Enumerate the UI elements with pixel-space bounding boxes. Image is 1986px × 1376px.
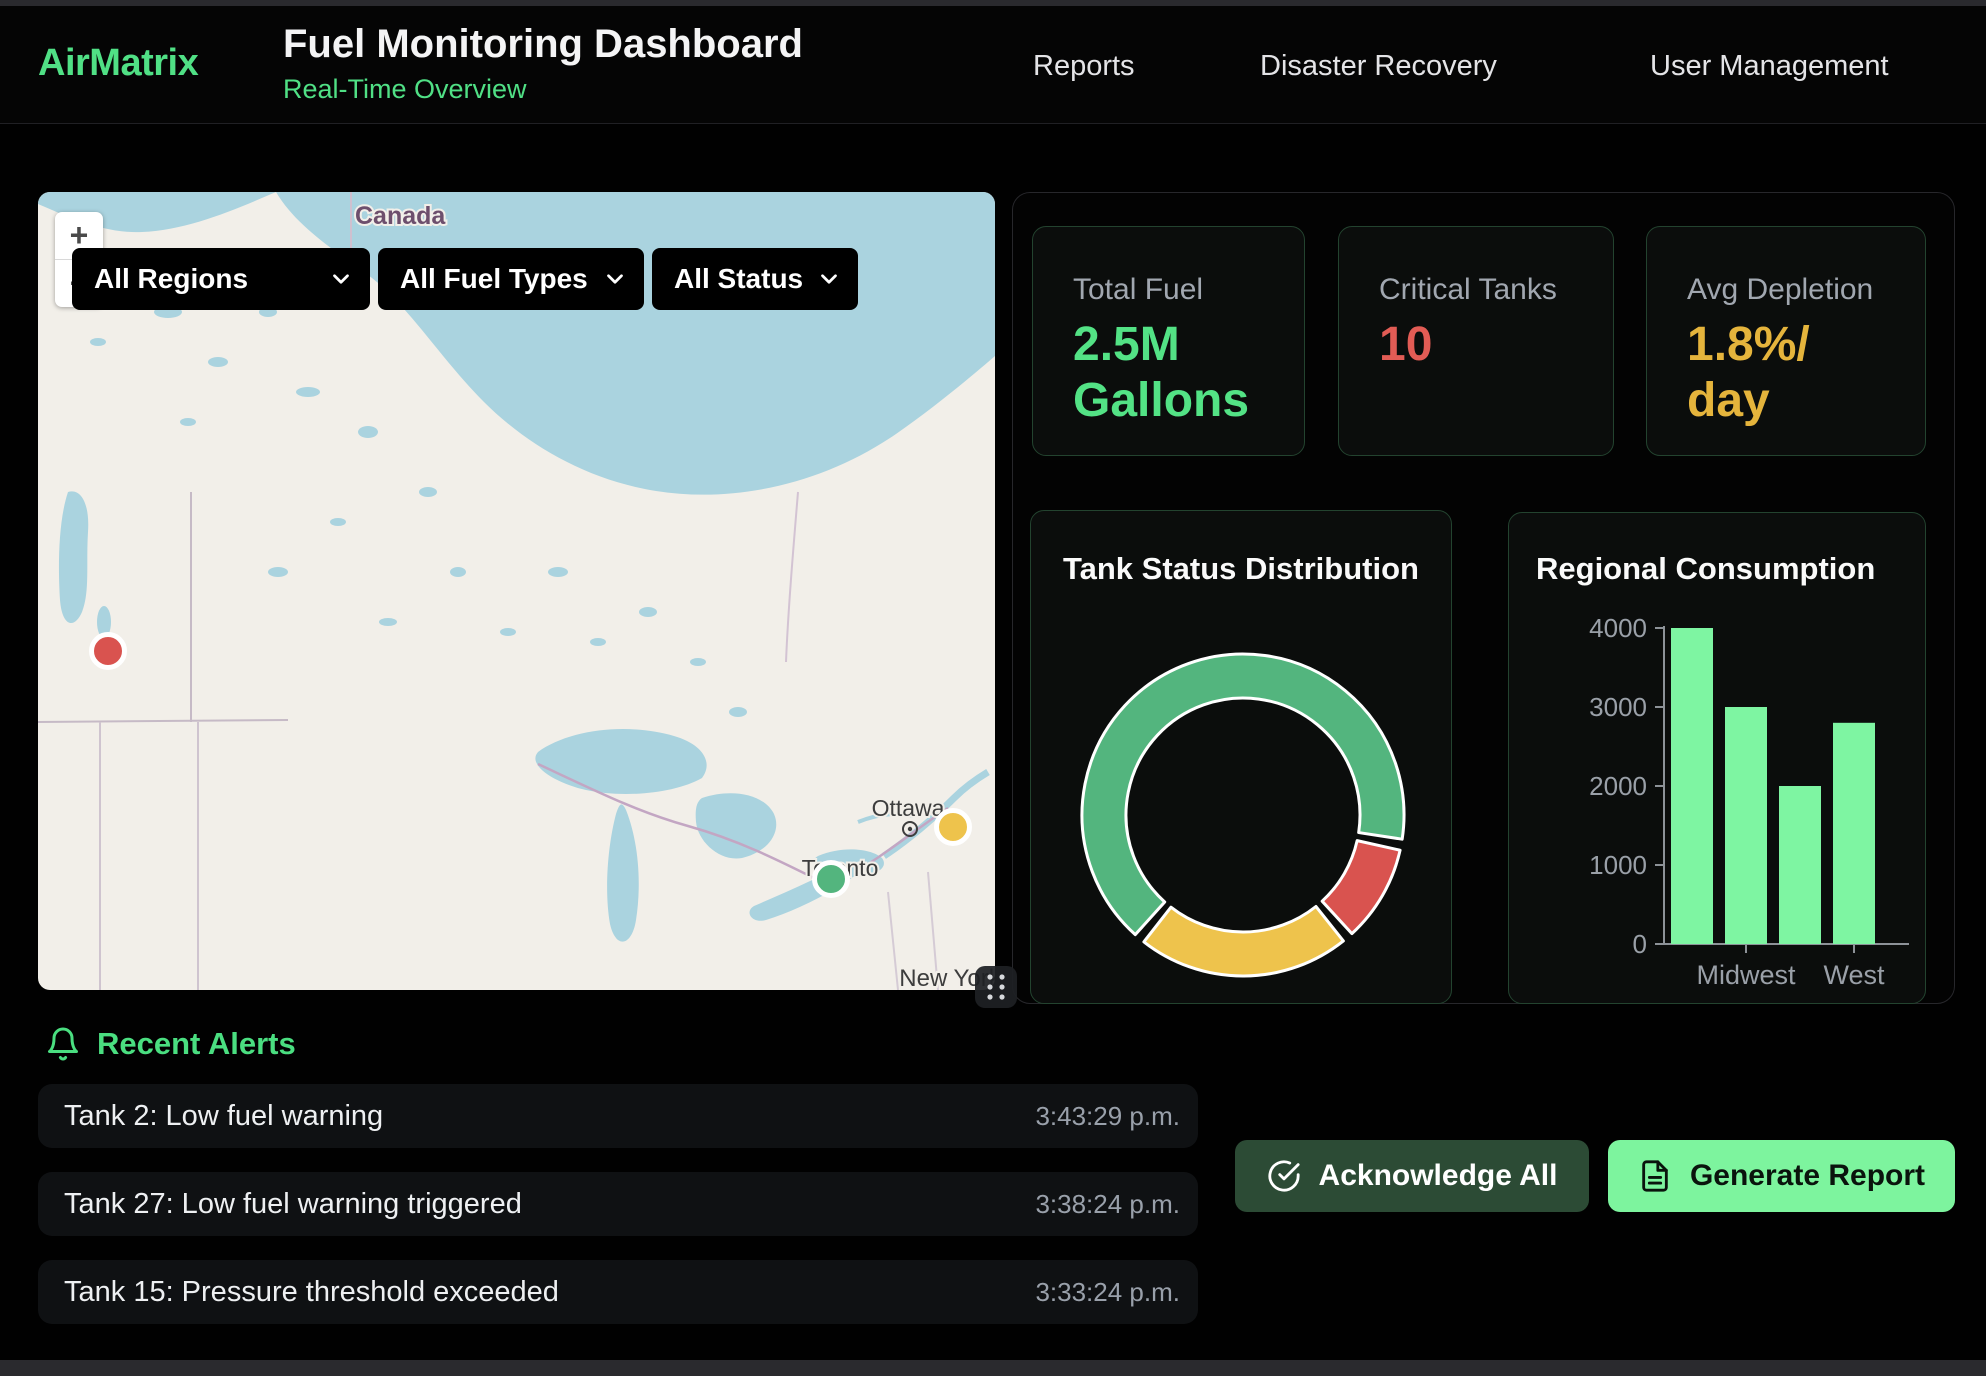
alert-message: Tank 2: Low fuel warning	[64, 1100, 383, 1133]
y-axis-tick-label: 2000	[1589, 771, 1647, 801]
stat-value-avg-depletion: 1.8%/ day	[1687, 317, 1885, 428]
generate-report-button[interactable]: Generate Report	[1608, 1140, 1955, 1212]
bell-icon	[45, 1026, 81, 1062]
region-filter-select[interactable]: All Regions	[72, 248, 370, 310]
check-circle-icon	[1267, 1159, 1301, 1193]
nav-reports[interactable]: Reports	[1033, 50, 1135, 83]
map-filter-row: All Regions All Fuel Types All Status	[72, 248, 858, 310]
map-panel[interactable]: Canada Ottawa Toronto New York + − All R…	[38, 192, 995, 990]
grip-dots-icon	[975, 966, 1017, 1008]
y-axis-tick-label: 4000	[1589, 613, 1647, 643]
alert-row[interactable]: Tank 27: Low fuel warning triggered 3:38…	[38, 1172, 1198, 1236]
chevron-down-icon	[328, 266, 354, 292]
app-logo: AirMatrix	[38, 42, 198, 85]
nav-user-management[interactable]: User Management	[1650, 50, 1889, 83]
alerts-title: Recent Alerts	[97, 1026, 296, 1062]
page-subtitle: Real-Time Overview	[283, 74, 803, 105]
alert-message: Tank 27: Low fuel warning triggered	[64, 1188, 522, 1221]
stat-card-avg-depletion: Avg Depletion 1.8%/ day	[1646, 226, 1926, 456]
alert-row[interactable]: Tank 15: Pressure threshold exceeded 3:3…	[38, 1260, 1198, 1324]
stat-card-total-fuel: Total Fuel 2.5M Gallons	[1032, 226, 1305, 456]
alerts-header: Recent Alerts	[45, 1026, 296, 1062]
generate-report-label: Generate Report	[1690, 1159, 1925, 1193]
x-axis-tick-label: West	[1823, 960, 1885, 990]
fuel-type-filter-select[interactable]: All Fuel Types	[378, 248, 644, 310]
map-label-ottawa: Ottawa	[872, 795, 945, 821]
nav-disaster-recovery[interactable]: Disaster Recovery	[1260, 50, 1497, 83]
stat-value-critical-tanks: 10	[1379, 317, 1573, 373]
header: AirMatrix Fuel Monitoring Dashboard Real…	[0, 6, 1986, 124]
stat-label: Critical Tanks	[1379, 273, 1573, 307]
donut-segment-critical	[1322, 841, 1400, 934]
regional-consumption-bar-chart: 0 1000 2000 3000 4000 Midwest West	[1509, 513, 1927, 1005]
window-bottom-edge	[0, 1360, 1986, 1376]
stat-value-total-fuel: 2.5M Gallons	[1073, 317, 1264, 428]
bar-region-0	[1671, 628, 1713, 944]
stat-card-critical-tanks: Critical Tanks 10	[1338, 226, 1614, 456]
y-axis-tick-label: 0	[1633, 929, 1647, 959]
map-marker-warning[interactable]	[937, 811, 970, 844]
bar-region-2	[1779, 786, 1821, 944]
alert-timestamp: 3:33:24 p.m.	[1035, 1277, 1180, 1308]
alert-row[interactable]: Tank 2: Low fuel warning 3:43:29 p.m.	[38, 1084, 1198, 1148]
acknowledge-all-button[interactable]: Acknowledge All	[1235, 1140, 1589, 1212]
acknowledge-all-label: Acknowledge All	[1319, 1159, 1558, 1193]
alert-message: Tank 15: Pressure threshold exceeded	[64, 1276, 559, 1309]
map-canvas: Canada Ottawa Toronto New York	[38, 192, 995, 990]
alert-timestamp: 3:43:29 p.m.	[1035, 1101, 1180, 1132]
bar-region-3	[1833, 723, 1875, 944]
map-label-country: Canada	[355, 202, 446, 230]
tank-status-donut-chart	[1031, 511, 1453, 1005]
status-filter-value: All Status	[674, 263, 803, 295]
alert-timestamp: 3:38:24 p.m.	[1035, 1189, 1180, 1220]
fuel-type-filter-value: All Fuel Types	[400, 263, 588, 295]
page-title: Fuel Monitoring Dashboard	[283, 22, 803, 66]
map-marker-normal[interactable]	[815, 863, 848, 896]
stat-label: Total Fuel	[1073, 273, 1264, 307]
y-axis-tick-label: 3000	[1589, 692, 1647, 722]
file-text-icon	[1638, 1159, 1672, 1193]
region-filter-value: All Regions	[94, 263, 248, 295]
y-axis-tick-label: 1000	[1589, 850, 1647, 880]
chevron-down-icon	[816, 266, 842, 292]
tank-status-card: Tank Status Distribution	[1030, 510, 1452, 1004]
regional-consumption-card: Regional Consumption 01000200030004000Mi…	[1508, 512, 1926, 1004]
x-axis-tick-label: Midwest	[1696, 960, 1796, 990]
donut-segment-warning	[1144, 906, 1343, 976]
dashboard-root: AirMatrix Fuel Monitoring Dashboard Real…	[0, 0, 1986, 1376]
map-marker-critical[interactable]	[92, 635, 125, 668]
bar-region-1	[1725, 707, 1767, 944]
chevron-down-icon	[602, 266, 628, 292]
map-resize-grip[interactable]	[975, 966, 1017, 1008]
stat-label: Avg Depletion	[1687, 273, 1885, 307]
status-filter-select[interactable]: All Status	[652, 248, 858, 310]
title-block: Fuel Monitoring Dashboard Real-Time Over…	[283, 22, 803, 105]
